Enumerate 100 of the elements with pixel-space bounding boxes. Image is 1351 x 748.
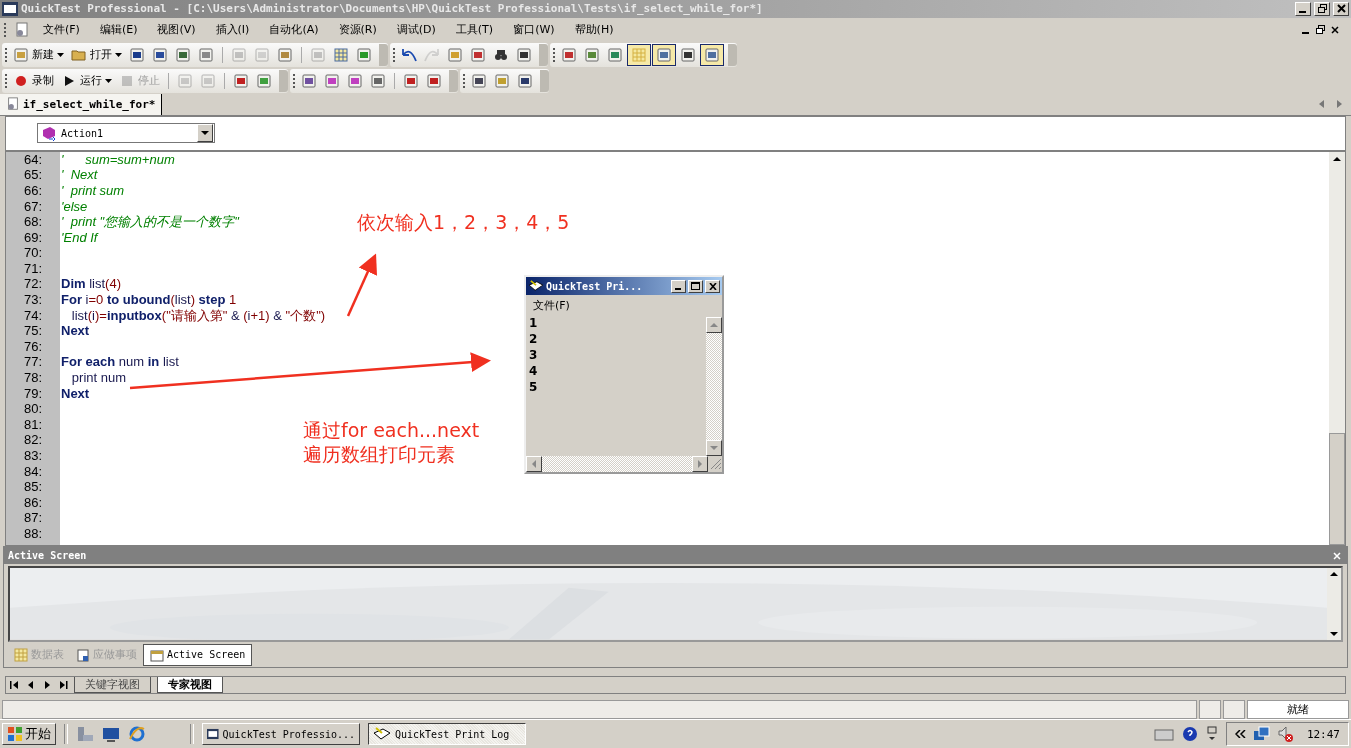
restore-button[interactable]	[1314, 2, 1330, 16]
close-icon	[1336, 4, 1346, 14]
maximize-icon	[691, 282, 700, 290]
annotation-arrow	[346, 253, 377, 317]
app-icon	[2, 2, 18, 16]
toolbar-button[interactable]	[700, 43, 724, 66]
taskbar-button[interactable]: QuickTest Professio...	[202, 723, 360, 745]
code-line: For i=0 to ubound(list) step 1	[61, 292, 237, 308]
status-panel	[1223, 700, 1245, 720]
menu-item[interactable]: 资源(R)	[331, 20, 384, 40]
window-title: QuickTest Professional - [C:\Users\Administrator\Documents\HP\QuickTest Professional\Tests\if_select_while_for*]	[21, 2, 763, 16]
resize-grip-icon[interactable]	[708, 456, 722, 470]
clock: 12:47	[1306, 727, 1340, 741]
close-button[interactable]	[705, 279, 720, 293]
browser-icon[interactable]	[128, 725, 146, 743]
line-number: 85:	[22, 479, 43, 495]
scroll-left-icon[interactable]	[1319, 100, 1325, 109]
menu-item[interactable]: 文件(F)	[36, 20, 87, 40]
next-icon[interactable]	[42, 681, 52, 690]
line-number: 83:	[22, 448, 43, 464]
menu-item[interactable]: 文件(F)	[526, 295, 577, 315]
window-title: QuickTest Pri...	[546, 280, 643, 292]
caret-icon	[57, 52, 64, 57]
line-number: 72:	[22, 276, 43, 293]
log-line: 1	[529, 315, 539, 331]
annotation-text: 遍历数组打印元素	[303, 442, 456, 466]
annotation-text: 通过for each...next	[303, 418, 480, 442]
document-gear-icon	[14, 21, 30, 38]
redo-icon	[424, 46, 440, 63]
maximize-button[interactable]	[688, 279, 703, 293]
line-number: 65:	[22, 167, 43, 183]
monitor-icon[interactable]	[102, 725, 120, 743]
code-editor[interactable]	[5, 149, 1346, 547]
last-icon[interactable]	[58, 681, 68, 690]
line-number: 69:	[22, 229, 43, 246]
toolbar-button[interactable]: 新建	[10, 43, 67, 66]
toolbar-button[interactable]: 录制	[10, 69, 57, 92]
grid-icon	[631, 46, 647, 63]
line-number: 87:	[22, 510, 43, 526]
minimize-button[interactable]	[671, 279, 686, 293]
line-number: 67:	[22, 198, 43, 215]
caret-icon	[201, 131, 209, 136]
chevron-icon[interactable]	[1234, 730, 1247, 738]
menu-item[interactable]: 编辑(E)	[92, 20, 145, 40]
table-icon	[333, 46, 349, 63]
pane-title: Active Screen	[8, 550, 87, 562]
menu-item[interactable]: 插入(I)	[208, 20, 257, 40]
line-number: 78:	[22, 370, 43, 386]
line-number: 75:	[22, 323, 43, 339]
scroll-left-icon	[532, 460, 536, 468]
code-line: ' sum=sum+num	[61, 151, 175, 167]
line-number: 86:	[22, 494, 43, 511]
speaker-muted-icon[interactable]	[1276, 725, 1295, 743]
scrollbar[interactable]	[706, 317, 722, 456]
line-number: 68:	[22, 214, 43, 230]
first-icon[interactable]	[10, 681, 20, 690]
scrollbar[interactable]	[526, 456, 708, 472]
windows-logo-icon	[7, 726, 23, 742]
document-tab[interactable]: if_select_while_for*	[0, 93, 163, 115]
start-button[interactable]: 开始	[2, 723, 56, 745]
pane-tab[interactable]: Active Screen	[143, 643, 253, 666]
close-button[interactable]	[1333, 2, 1349, 16]
help-icon[interactable]	[1181, 726, 1198, 742]
view-tab[interactable]: 关键字视图	[74, 677, 151, 694]
line-number: 70:	[22, 245, 43, 261]
previous-icon[interactable]	[26, 681, 36, 690]
line-number: 88:	[22, 526, 43, 542]
log-line: 4	[529, 363, 539, 379]
action-dropdown[interactable]: Action1	[37, 123, 215, 144]
code-line: Next	[61, 385, 90, 401]
menu-item[interactable]: 工具(T)	[448, 20, 501, 40]
menu-item[interactable]: 调试(D)	[389, 20, 443, 40]
caret-icon	[115, 52, 122, 57]
dropdown-icon[interactable]	[1205, 726, 1218, 742]
menu-item[interactable]: 视图(V)	[150, 20, 203, 40]
line-number: 66:	[22, 182, 43, 199]
close-icon[interactable]	[1331, 25, 1339, 34]
taskbar-button[interactable]: QuickTest Print Log	[368, 723, 526, 745]
toolbar-button[interactable]	[627, 43, 651, 66]
toolbar-button[interactable]: 运行	[58, 69, 115, 92]
view-tab[interactable]: 专家视图	[157, 677, 223, 694]
minimize-button[interactable]	[1295, 2, 1311, 16]
scrollbar[interactable]	[1327, 568, 1341, 640]
line-number: 76:	[22, 338, 43, 355]
scroll-right-icon[interactable]	[1337, 100, 1343, 109]
line-number: 71:	[22, 260, 43, 277]
line-number: 77:	[22, 354, 43, 371]
scroll-right-icon	[698, 460, 702, 468]
menu-item[interactable]: 自动化(A)	[262, 20, 326, 40]
menu-item[interactable]: 帮助(H)	[567, 20, 621, 40]
network-icon[interactable]	[1252, 726, 1271, 742]
code-line: 'End If	[61, 229, 98, 245]
menu-item[interactable]: 窗口(W)	[506, 20, 562, 40]
line-number: 82:	[22, 432, 43, 448]
restore-icon[interactable]	[1316, 25, 1325, 35]
line-number: 74:	[22, 307, 43, 324]
toolbar-button[interactable]: 打开	[68, 43, 125, 66]
scrollbar[interactable]	[1329, 151, 1345, 546]
undo-icon	[401, 46, 417, 63]
toolbar-button[interactable]	[652, 43, 676, 66]
